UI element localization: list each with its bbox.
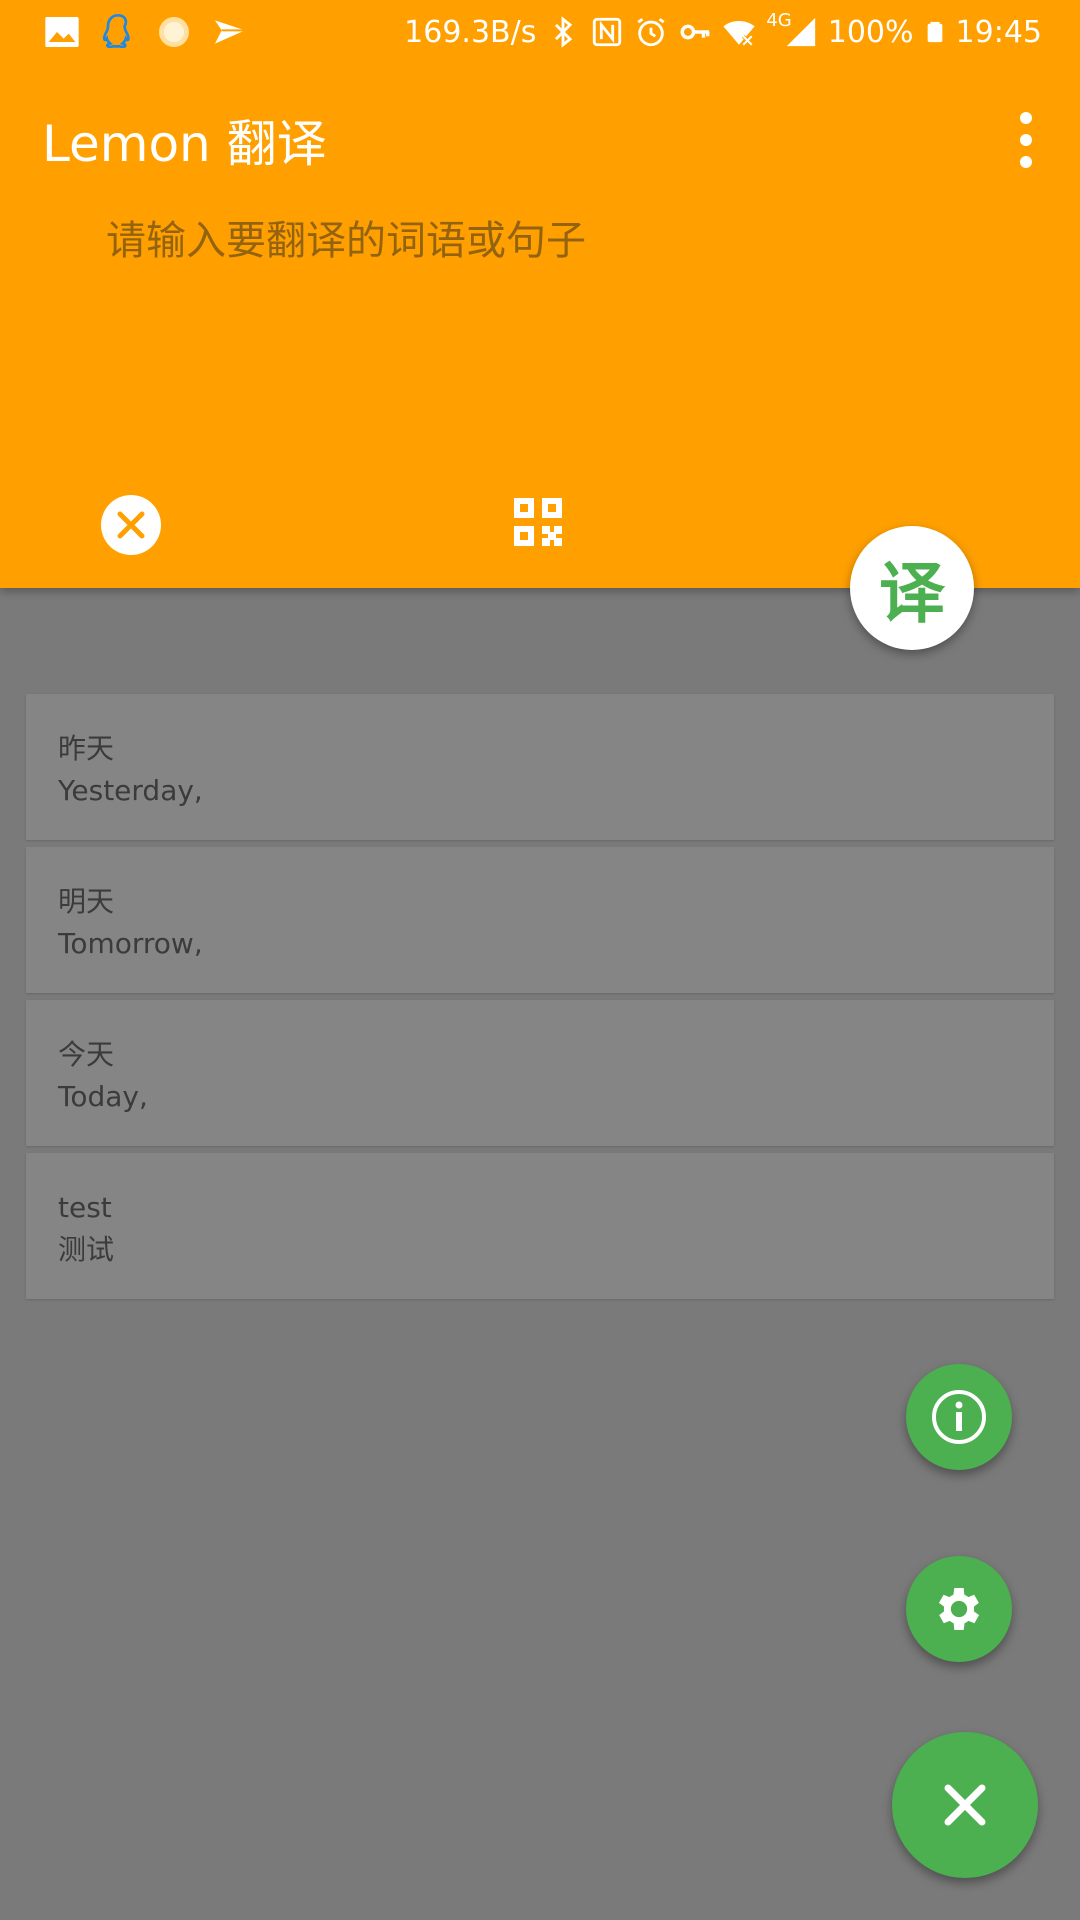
nfc-icon: [593, 17, 622, 47]
history-item-source: 昨天: [58, 732, 115, 765]
history-item-translation: Yesterday,: [58, 774, 203, 807]
clear-input-icon[interactable]: [100, 494, 162, 556]
network-type: 4G: [766, 9, 792, 31]
translate-button[interactable]: 译: [850, 526, 974, 650]
toolbar: Lemon 翻译: [0, 84, 1080, 196]
settings-button[interactable]: [906, 1556, 1012, 1662]
history-item-source: test: [58, 1191, 112, 1224]
bluetooth-icon: [555, 16, 573, 48]
translate-button-label: 译: [879, 555, 945, 632]
image-icon: [45, 17, 79, 47]
history-item-source: 今天: [58, 1038, 115, 1071]
vpn-key-icon: [680, 24, 710, 40]
history-item-translation: Today,: [58, 1080, 148, 1113]
history-item[interactable]: 昨天 Yesterday,: [26, 694, 1054, 840]
clock: 19:45: [955, 14, 1042, 50]
history-item[interactable]: test 测试: [26, 1153, 1054, 1299]
alarm-icon: [637, 18, 665, 47]
history-item-source: 明天: [58, 885, 115, 918]
gear-icon: [938, 1588, 980, 1630]
net-speed: 169.3B/s: [404, 14, 537, 50]
weather-icon: [159, 17, 189, 47]
history-item[interactable]: 今天 Today,: [26, 1000, 1054, 1146]
battery-percent: 100%: [827, 14, 914, 50]
qq-icon: [102, 13, 130, 49]
status-bar: 169.3B/s 4G 100% 19:45: [0, 0, 1080, 64]
about-button[interactable]: [906, 1364, 1012, 1470]
wifi-off-icon: [723, 21, 755, 47]
history-list: 昨天 Yesterday, 明天 Tomorrow, 今天 Today, tes…: [26, 694, 1054, 1306]
translation-input-area: [106, 208, 1006, 408]
status-bar-right: 169.3B/s 4G 100% 19:45: [404, 10, 1042, 54]
history-item-translation: 测试: [58, 1233, 115, 1266]
close-icon: [944, 1784, 986, 1826]
app-title: Lemon 翻译: [42, 115, 327, 173]
battery-icon: [927, 21, 942, 43]
close-menu-button[interactable]: [892, 1732, 1038, 1878]
translation-input[interactable]: [106, 208, 1006, 408]
screen: 169.3B/s 4G 100% 19:45 Lemon 翻译 请输入要翻译的词…: [0, 0, 1080, 1920]
status-bar-left: [42, 10, 250, 54]
send-icon: [215, 20, 245, 44]
history-item[interactable]: 明天 Tomorrow,: [26, 847, 1054, 993]
qr-code-scan-icon[interactable]: [512, 496, 564, 548]
history-item-translation: Tomorrow,: [58, 927, 203, 960]
info-icon: [932, 1390, 986, 1444]
app-header: 169.3B/s 4G 100% 19:45 Lemon 翻译 请输入要翻译的词…: [0, 0, 1080, 588]
more-options-icon[interactable]: [994, 102, 1058, 178]
